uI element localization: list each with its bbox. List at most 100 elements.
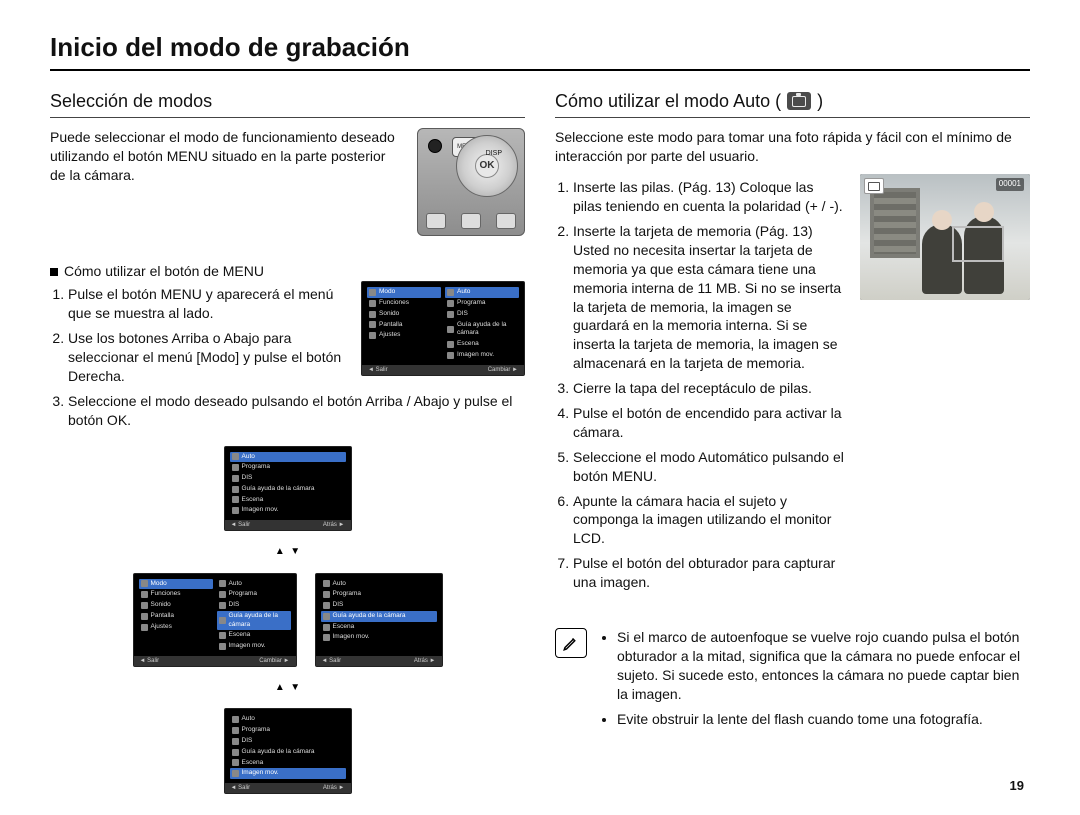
menu-item-icon: [219, 580, 226, 587]
menu-right-item: Guía ayuda de la cámara: [445, 320, 519, 340]
step-right-1: Inserte las pilas. (Pág. 13) Coloque las…: [573, 178, 846, 216]
sample-photo-auto-mode: 00001: [860, 174, 1030, 300]
menu-right-item: DIS: [230, 736, 346, 747]
heading-auto-prefix: Cómo utilizar el modo Auto (: [555, 89, 781, 113]
menu-right-item: Guía ayuda de la cámara: [230, 484, 346, 495]
sub-heading-label: Cómo utilizar el botón de MENU: [64, 262, 264, 281]
menu-left-item: Sonido: [367, 309, 441, 320]
menu-item-icon: [232, 759, 239, 766]
page-title: Inicio del modo de grabación: [50, 30, 1030, 71]
menu-right-item: Imagen mov.: [321, 632, 437, 643]
heading-auto-suffix: ): [817, 89, 823, 113]
menu-item-icon: [232, 749, 239, 756]
menu-right-item: DIS: [217, 600, 291, 611]
step-left-3: Seleccione el modo deseado pulsando el b…: [68, 392, 525, 430]
menu-right-item: Imagen mov.: [445, 350, 519, 361]
menu-right-item: DIS: [445, 309, 519, 320]
autofocus-frame-icon: [952, 226, 1004, 262]
menu-item-icon: [219, 602, 226, 609]
column-right: Cómo utilizar el modo Auto ( ) Seleccion…: [555, 89, 1030, 794]
menu-item-icon: [141, 580, 148, 587]
camera-bottom-btn-3-icon: [496, 213, 516, 229]
menu-item-icon: [232, 464, 239, 471]
menu-left-item: Modo: [367, 287, 441, 298]
menu-item-icon: [323, 613, 330, 620]
menu-right-item: Guía ayuda de la cámara: [217, 611, 291, 631]
menu-right-item: Imagen mov.: [217, 641, 291, 652]
camera-ok-wheel-icon: [456, 135, 518, 197]
menu-item-icon: [447, 311, 454, 318]
menu-item-icon: [232, 716, 239, 723]
intro-text-left: Puede seleccionar el modo de funcionamie…: [50, 128, 403, 185]
menu-right-item: Escena: [230, 758, 346, 769]
menu-footer: ◄ SalirAtrás ►: [225, 520, 351, 530]
arrow-down-icon: ▲ ▼: [275, 545, 300, 559]
menu-right-item: Guía ayuda de la cámara: [321, 611, 437, 622]
menu-screenshot-step1: ModoFuncionesSonidoPantallaAjustesAutoPr…: [361, 281, 525, 375]
menu-item-icon: [323, 624, 330, 631]
menu-item-icon: [219, 643, 226, 650]
menu-screenshot-step2c: AutoProgramaDISGuía ayuda de la cámaraEs…: [315, 573, 443, 667]
steps-list-right: Inserte las pilas. (Pág. 13) Coloque las…: [555, 178, 846, 592]
menu-item-icon: [369, 300, 376, 307]
menu-item-icon: [323, 602, 330, 609]
menu-right-item: Escena: [321, 622, 437, 633]
menu-right-item: Auto: [217, 579, 291, 590]
menu-item-icon: [141, 602, 148, 609]
menu-item-icon: [323, 634, 330, 641]
camera-disp-label: DISP: [486, 149, 502, 158]
menu-right-item: Programa: [321, 589, 437, 600]
step-right-2: Inserte la tarjeta de memoria (Pág. 13) …: [573, 222, 846, 373]
menu-item-icon: [369, 321, 376, 328]
menu-item-icon: [141, 613, 148, 620]
arrow-down-icon: ▲ ▼: [275, 681, 300, 695]
menu-footer: ◄ SalirCambiar ►: [134, 656, 296, 666]
camera-bottom-btn-2-icon: [461, 213, 481, 229]
overlay-mode-camera-icon: [864, 178, 884, 194]
sample-building-icon: [870, 188, 920, 258]
notes-list: Si el marco de autoenfoque se vuelve roj…: [599, 628, 1030, 734]
menu-item-icon: [323, 580, 330, 587]
menu-left-item: Modo: [139, 579, 213, 590]
column-left: Selección de modos Puede seleccionar el …: [50, 89, 525, 794]
menu-right-item: Programa: [230, 725, 346, 736]
menu-right-item: Programa: [230, 462, 346, 473]
menu-left-item: Sonido: [139, 600, 213, 611]
step-right-7: Pulse el botón del obturador para captur…: [573, 554, 846, 592]
menu-item-icon: [219, 617, 226, 624]
menu-item-icon: [232, 475, 239, 482]
menu-item-icon: [447, 341, 454, 348]
menu-right-item: Imagen mov.: [230, 505, 346, 516]
page-number: 19: [1010, 777, 1024, 795]
menu-item-icon: [369, 311, 376, 318]
menu-footer: ◄ SalirAtrás ►: [316, 656, 442, 666]
menu-left-item: Funciones: [139, 589, 213, 600]
menu-item-icon: [232, 738, 239, 745]
menu-item-icon: [232, 507, 239, 514]
step-right-4: Pulse el botón de encendido para activar…: [573, 404, 846, 442]
menu-footer: ◄ SalirCambiar ►: [362, 365, 524, 375]
camera-back-illustration: MENU DISP: [417, 128, 525, 236]
menu-item-icon: [447, 300, 454, 307]
menu-item-icon: [369, 289, 376, 296]
menu-right-item: Escena: [230, 495, 346, 506]
intro-text-right: Seleccione este modo para tomar una foto…: [555, 128, 1030, 166]
menu-item-icon: [447, 326, 454, 333]
menu-right-item: Escena: [445, 339, 519, 350]
menu-left-item: Pantalla: [139, 611, 213, 622]
sub-heading-menu-usage: Cómo utilizar el botón de MENU: [50, 262, 525, 281]
menu-right-item: DIS: [321, 600, 437, 611]
step-right-5: Seleccione el modo Automático pulsando e…: [573, 448, 846, 486]
menu-right-item: Auto: [321, 579, 437, 590]
menu-right-item: Auto: [230, 714, 346, 725]
camera-bottom-btn-1-icon: [426, 213, 446, 229]
note-item-1: Si el marco de autoenfoque se vuelve roj…: [617, 628, 1030, 704]
menu-item-icon: [323, 591, 330, 598]
menu-right-item: Programa: [217, 589, 291, 600]
menu-right-item: Imagen mov.: [230, 768, 346, 779]
menu-item-icon: [141, 591, 148, 598]
menu-item-icon: [447, 289, 454, 296]
menu-left-item: Ajustes: [139, 622, 213, 633]
heading-seleccion-modos: Selección de modos: [50, 89, 525, 118]
overlay-frame-counter: 00001: [996, 178, 1024, 191]
